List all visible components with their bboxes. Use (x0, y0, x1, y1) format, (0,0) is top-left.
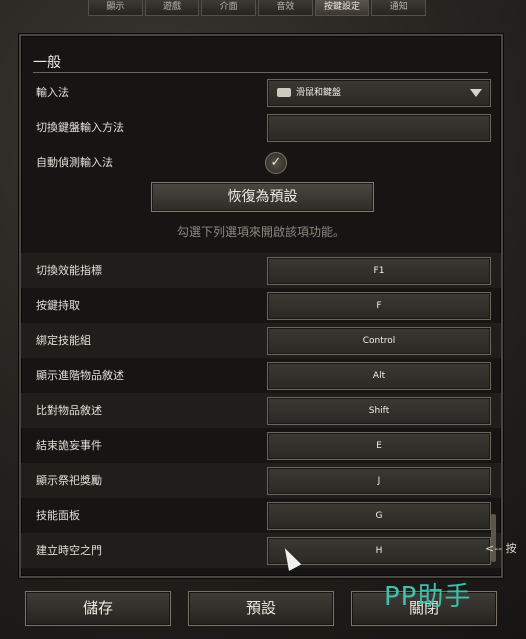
binding-key-field[interactable]: Shift (267, 397, 491, 425)
reset-to-default-button[interactable]: 恢復為預設 (151, 182, 374, 212)
tab-notifications[interactable]: 通知 (371, 0, 427, 16)
binding-row: 顯示進階物品敘述 Alt (21, 358, 501, 393)
binding-key-field[interactable]: J (267, 467, 491, 495)
binding-row: 切換效能指標 F1 (21, 253, 501, 288)
binding-row: 結束詭妄事件 E (21, 428, 501, 463)
auto-detect-checkbox[interactable]: ✓ (265, 152, 287, 174)
tab-bar: 顯示 遊戲 介面 音效 按鍵設定 通知 (88, 0, 428, 16)
binding-key-field[interactable]: H (267, 537, 491, 565)
tab-game[interactable]: 遊戲 (144, 0, 200, 16)
tab-audio[interactable]: 音效 (258, 0, 313, 16)
binding-label: 按鍵持取 (36, 299, 80, 312)
binding-key-field[interactable]: G (267, 502, 491, 530)
input-method-value: 滑鼠和鍵盤 (296, 88, 342, 98)
auto-detect-label: 自動偵測輸入法 (36, 156, 113, 169)
switch-keyboard-key-field[interactable] (267, 114, 491, 142)
chevron-down-icon (470, 89, 482, 97)
binding-row: 比對物品敘述 Shift (21, 393, 501, 428)
binding-label: 技能面板 (36, 509, 80, 522)
save-button[interactable]: 儲存 (25, 591, 171, 626)
binding-key-field[interactable]: Alt (267, 362, 491, 390)
binding-label: 綁定技能組 (36, 334, 91, 347)
tab-keybindings[interactable]: 按鍵設定 (314, 0, 370, 16)
binding-key-field[interactable]: Control (267, 327, 491, 355)
binding-label: 建立時空之門 (36, 544, 102, 557)
input-method-label: 輸入法 (36, 86, 69, 99)
binding-row: 綁定技能組 Control (21, 323, 501, 358)
switch-keyboard-label: 切換鍵盤輸入方法 (36, 121, 124, 134)
binding-key-field[interactable]: F1 (267, 257, 491, 285)
binding-row: 顯示祭祀獎勵 J (21, 463, 501, 498)
mouse-keyboard-icon (277, 88, 291, 97)
watermark-logo: PP助手 (384, 582, 472, 612)
binding-key-field[interactable]: E (267, 432, 491, 460)
binding-key-field[interactable]: F (267, 292, 491, 320)
input-method-select[interactable]: 滑鼠和鍵盤 (267, 79, 491, 107)
settings-panel: 一般 輸入法 滑鼠和鍵盤 切換鍵盤輸入方法 自動偵測輸入法 ✓ 恢復為預設 勾選… (19, 34, 503, 578)
section-divider (33, 72, 488, 73)
checkmark-icon: ✓ (270, 155, 282, 170)
auto-detect-row: 自動偵測輸入法 (21, 145, 501, 180)
default-button[interactable]: 預設 (188, 591, 334, 626)
binding-label: 顯示進階物品敘述 (36, 369, 124, 382)
side-hint-text: <-- 按 (485, 542, 517, 555)
tab-display[interactable]: 顯示 (88, 0, 143, 16)
binding-row: 技能面板 G (21, 498, 501, 533)
section-title: 一般 (33, 55, 61, 71)
binding-label: 比對物品敘述 (36, 404, 102, 417)
options-hint: 勾選下列選項來開啟該項功能。 (176, 225, 345, 239)
binding-label: 結束詭妄事件 (36, 439, 102, 452)
switch-keyboard-row: 切換鍵盤輸入方法 (21, 110, 501, 145)
binding-row: 按鍵持取 F (21, 288, 501, 323)
tab-ui[interactable]: 介面 (201, 0, 257, 16)
input-method-row: 輸入法 滑鼠和鍵盤 (21, 75, 501, 110)
binding-row: 建立時空之門 H (21, 533, 501, 568)
binding-label: 切換效能指標 (36, 264, 102, 277)
binding-label: 顯示祭祀獎勵 (36, 474, 102, 487)
